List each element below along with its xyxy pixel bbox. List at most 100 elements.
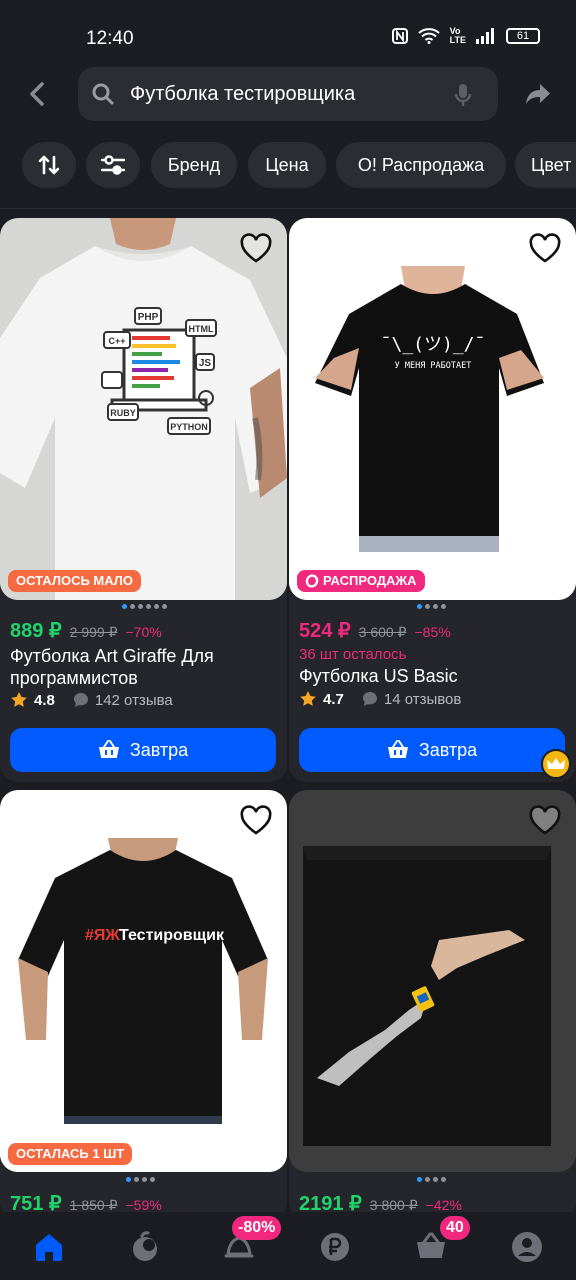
finance-ruble-icon[interactable] [318,1230,352,1264]
pager-dot [433,1177,438,1182]
print-word: Тестировщик [119,927,225,944]
catalog-icon[interactable] [128,1230,162,1264]
chip-color[interactable]: Цвет [515,142,576,188]
back-arrow-icon[interactable] [20,76,56,112]
favorite-heart-icon[interactable] [239,232,273,266]
image-pager-dots [122,604,167,609]
image-pager-dots [126,1177,155,1182]
product-card[interactable]: #ЯЖ Тестировщик ОСТАЛАСЬ 1 ШТ 751 ₽ 1 85… [0,790,287,1220]
price-row: 524 ₽ 3 600 ₽ −85% [299,618,451,643]
cart-icon [98,740,119,758]
product-card[interactable]: PHP C++ HTML JS RUBY PYTHON ОСТАЛОСЬ МАЛ… [0,218,287,782]
reviews-count: 142 отзыва [94,691,173,709]
pager-dot [138,604,143,609]
pager-dot [425,604,430,609]
print-tag-python: PYTHON [170,422,208,432]
price-row: 889 ₽ 2 999 ₽ −70% [10,618,162,643]
stock-left: 36 шт осталось [299,646,407,663]
add-to-cart-button[interactable]: Завтра [299,728,565,772]
product-title[interactable]: Футболка Art Giraffe Для программистов [10,645,270,689]
rating-row: 4.7 14 отзывов [299,690,461,708]
cart-count-badge: 40 [440,1216,470,1240]
tshirt-black-image: ¯\_(ツ)_/¯ У МЕНЯ РАБОТАЕТ [289,218,576,600]
product-title[interactable]: Футболка US Basic [299,665,559,687]
sale-badge: -80% [232,1216,282,1240]
pager-dot [146,604,151,609]
top-bar: Футболка тестировщика [0,64,576,124]
pager-dot [441,1177,446,1182]
pager-dot [154,604,159,609]
print-text: У МЕНЯ РАБОТАЕТ [395,361,472,371]
sort-icon [38,155,60,175]
discount: −59% [125,1197,162,1213]
home-icon[interactable] [32,1230,66,1264]
pager-dot [441,604,446,609]
profile-icon[interactable] [510,1230,544,1264]
search-icon [92,83,114,105]
pager-dot [433,604,438,609]
sort-button[interactable] [22,142,76,188]
price: 889 ₽ [10,620,62,642]
chip-sale[interactable]: О! Распродажа [336,142,506,188]
favorite-heart-icon[interactable] [239,804,273,838]
sale-badge: РАСПРОДАЖА [297,570,425,592]
favorite-heart-icon[interactable] [528,804,562,838]
microphone-icon[interactable] [454,83,472,107]
status-bar: 12:40 Vo LTE 61 [0,0,576,64]
filter-chips: Бренд Цена О! Распродажа Цвет [0,142,576,192]
product-image[interactable]: PHP C++ HTML JS RUBY PYTHON [0,218,287,600]
product-card[interactable]: ¯\_(ツ)_/¯ У МЕНЯ РАБОТАЕТ РАСПРОДАЖА 524… [289,218,576,782]
print-tag-html: HTML [189,324,214,334]
pager-dot [126,1177,131,1182]
print-tag-js: JS [199,358,212,369]
print-tag-ruby: RUBY [110,408,136,418]
discount: −85% [414,624,451,640]
image-pager-dots [417,1177,446,1182]
chip-price[interactable]: Цена [248,142,326,188]
sale-badge-label: РАСПРОДАЖА [323,573,417,588]
search-input[interactable]: Футболка тестировщика [78,67,498,121]
rating-row: 4.8 142 отзыва [10,691,173,709]
product-image[interactable]: ¯\_(ツ)_/¯ У МЕНЯ РАБОТАЕТ [289,218,576,600]
rating-value: 4.7 [323,690,344,708]
bottom-nav: -80% 40 [0,1212,576,1280]
pager-dot [417,604,422,609]
divider [0,208,576,209]
add-to-cart-button[interactable]: Завтра [10,728,276,772]
pager-dot [425,1177,430,1182]
stock-badge: ОСТАЛОСЬ МАЛО [8,570,142,592]
price: 524 ₽ [299,620,351,642]
pager-dot [130,604,135,609]
product-image[interactable] [289,790,576,1172]
tshirt-white-image: PHP C++ HTML JS RUBY PYTHON [0,218,287,600]
rating-value: 4.8 [34,691,55,709]
pager-dot [417,1177,422,1182]
cart-button-label: Завтра [418,739,478,760]
pager-dot [134,1177,139,1182]
favorite-heart-icon[interactable] [528,232,562,266]
folded-tshirt-image [289,790,576,1172]
pager-dot [122,604,127,609]
discount: −70% [125,624,162,640]
chip-brand[interactable]: Бренд [151,142,237,188]
product-card[interactable]: 2191 ₽ 3 800 ₽ −42% [289,790,576,1220]
old-price: 2 999 ₽ [69,624,118,640]
pager-dot [150,1177,155,1182]
product-image[interactable]: #ЯЖ Тестировщик [0,790,287,1172]
reviews-count: 14 отзывов [383,690,462,708]
filters-button[interactable] [86,142,140,188]
share-icon[interactable] [522,78,554,110]
battery-icon: 61 [506,28,540,44]
sale-o-icon [305,574,319,588]
discount: −42% [425,1197,462,1213]
wifi-icon [417,28,440,44]
print-tag-cpp: C++ [108,336,125,346]
nfc-icon [391,28,408,44]
cart-icon [387,740,408,758]
signal-icon [476,28,494,44]
old-price: 3 600 ₽ [358,624,407,640]
star-icon [300,691,316,706]
filter-sliders-icon [100,155,126,175]
stock-badge: ОСТАЛАСЬ 1 ШТ [8,1143,133,1165]
volte-icon: Vo LTE [449,26,466,45]
